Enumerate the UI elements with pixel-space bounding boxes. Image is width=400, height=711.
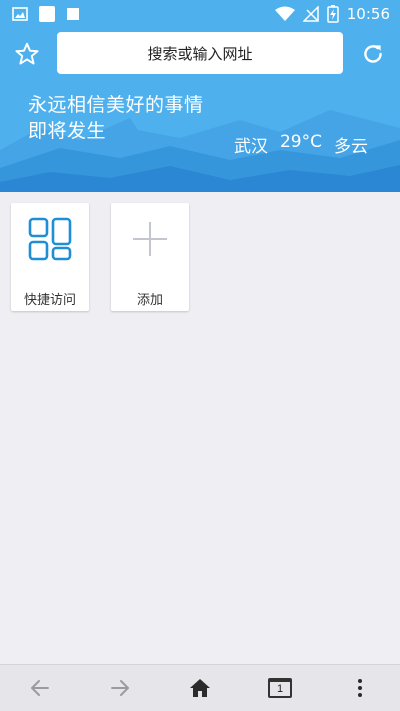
star-outline-icon — [15, 42, 39, 65]
browser-toolbar: 搜索或输入网址 — [0, 32, 400, 76]
slogan-line-2: 即将发生 — [28, 120, 107, 142]
slogan-line-1: 永远相信美好的事情 — [28, 94, 204, 116]
wifi-icon — [274, 6, 295, 21]
bookmark-button[interactable] — [14, 41, 40, 67]
status-bar: 10:56 — [0, 0, 400, 28]
system-status-icons: 10:56 — [274, 4, 390, 24]
weather-temperature: 29°C — [279, 132, 322, 152]
home-icon[interactable] — [188, 676, 212, 700]
address-bar[interactable]: 搜索或输入网址 — [57, 32, 343, 74]
more-vertical-icon[interactable] — [348, 676, 372, 700]
notification-icons — [12, 5, 80, 23]
arrow-right-icon[interactable] — [108, 676, 132, 700]
refresh-icon — [364, 45, 382, 63]
address-placeholder: 搜索或输入网址 — [147, 44, 253, 63]
image-notification-icon — [12, 7, 28, 21]
no-signal-icon — [302, 6, 319, 22]
battery-charging-icon — [327, 5, 339, 23]
weather-widget[interactable]: 武汉 29°C 多云 — [234, 132, 368, 157]
plus-icon — [133, 222, 167, 256]
browser-home-screen: 10:56 搜索或输入网址 永远相信美好的事情 即将发生 武汉 29°C 多云 … — [0, 0, 400, 711]
weather-condition: 多云 — [334, 137, 368, 157]
grid-apps-icon — [28, 217, 72, 261]
arrow-left-icon[interactable] — [28, 676, 52, 700]
tile-label: 快捷访问 — [23, 293, 76, 308]
square-notification-icon — [67, 8, 79, 20]
refresh-button[interactable] — [360, 41, 386, 67]
add-shortcut-tile[interactable]: 添加 — [111, 203, 189, 311]
bottom-navigation-bar: 1 — [0, 664, 400, 711]
header-banner: 10:56 搜索或输入网址 永远相信美好的事情 即将发生 武汉 29°C 多云 — [0, 0, 400, 192]
slogan-text: 永远相信美好的事情 即将发生 — [28, 92, 204, 144]
weather-city: 武汉 — [233, 137, 268, 157]
tile-label: 添加 — [136, 293, 163, 308]
quick-access-tile[interactable]: 快捷访问 — [11, 203, 89, 311]
tab-switcher-button[interactable]: 1 — [268, 678, 292, 698]
square-notification-icon — [39, 6, 55, 22]
status-time: 10:56 — [346, 5, 390, 23]
